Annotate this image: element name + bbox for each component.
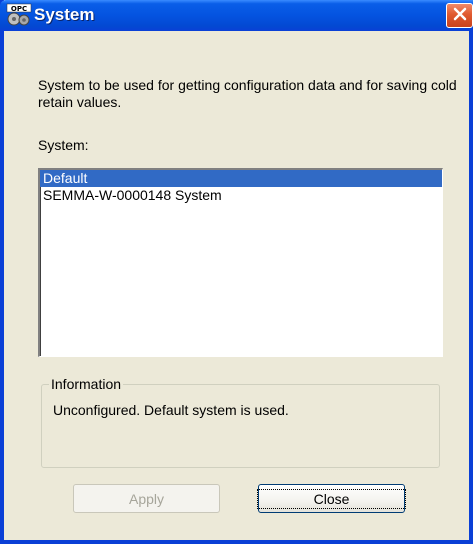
apply-button-label: Apply [128, 490, 165, 507]
system-listbox[interactable]: Default SEMMA-W-0000148 System [38, 168, 443, 357]
list-item-default[interactable]: Default [40, 170, 442, 187]
system-label: System: [38, 137, 89, 153]
close-button[interactable]: Close [256, 484, 407, 513]
close-window-button[interactable] [446, 3, 473, 28]
information-legend: Information [49, 376, 124, 392]
title-bar[interactable]: OPC System [0, 0, 473, 31]
system-dialog: OPC System System to be used for getting… [0, 0, 473, 544]
opc-app-icon: OPC [6, 3, 32, 27]
description-text: System to be used for getting configurat… [38, 77, 457, 110]
close-x-icon [453, 7, 467, 24]
window-title: System [34, 5, 95, 24]
information-text: Unconfigured. Default system is used. [53, 402, 289, 418]
close-button-label: Close [256, 488, 407, 509]
apply-button[interactable]: Apply [73, 484, 220, 513]
information-groupbox: Information Unconfigured. Default system… [41, 376, 440, 468]
list-item-semma-system[interactable]: SEMMA-W-0000148 System [40, 187, 442, 204]
svg-text:OPC: OPC [11, 5, 27, 13]
